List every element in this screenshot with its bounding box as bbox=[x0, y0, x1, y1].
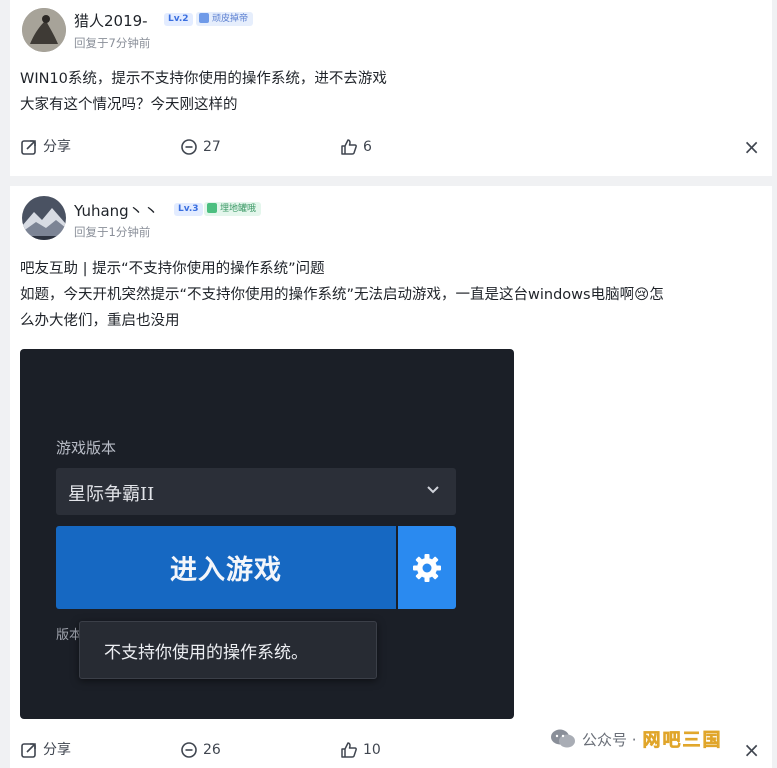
title-badge-label: 埋地罐哦 bbox=[220, 204, 257, 214]
thumbs-up-icon bbox=[341, 742, 357, 758]
gem-icon bbox=[199, 13, 209, 23]
play-button: 进入游戏 bbox=[56, 526, 396, 609]
like-count: 10 bbox=[363, 742, 381, 758]
reply-content: 吧友互助 | 提示“不支持你使用的操作系统”问题 如题，今天开机突然提示“不支持… bbox=[20, 256, 664, 334]
gem-icon bbox=[207, 203, 217, 213]
reply-card-1: 猎人2019- Lv.2 顽皮掉帝 回复于7分钟前 WIN10系统，提示不支持你… bbox=[10, 0, 772, 176]
like-button[interactable]: 10 bbox=[340, 738, 381, 762]
content-line: 大家有这个情况吗？今天刚这样的 bbox=[20, 97, 238, 113]
user-avatar[interactable] bbox=[22, 8, 66, 52]
comment-button[interactable]: 27 bbox=[180, 135, 221, 159]
comment-count: 26 bbox=[203, 742, 221, 758]
thumbs-up-icon bbox=[341, 139, 357, 155]
share-icon bbox=[21, 743, 36, 758]
like-button[interactable]: 6 bbox=[340, 135, 372, 159]
share-label: 分享 bbox=[43, 742, 71, 758]
comment-button[interactable]: 26 bbox=[180, 738, 221, 762]
reply-time: 回复于1分钟前 bbox=[74, 225, 151, 239]
error-tooltip: 不支持你使用的操作系统。 bbox=[79, 621, 377, 679]
watermark-text: 公众号 · bbox=[582, 730, 637, 749]
username[interactable]: 猎人2019- bbox=[74, 10, 148, 31]
share-button[interactable]: 分享 bbox=[20, 738, 71, 762]
tooltip-text: 不支持你使用的操作系统。 bbox=[104, 643, 308, 663]
level-badge: Lv.3 bbox=[174, 203, 203, 216]
username[interactable]: Yuhang丶丶 bbox=[74, 200, 159, 221]
comment-icon bbox=[181, 742, 197, 758]
title-badge: 埋地罐哦 bbox=[204, 202, 262, 216]
wechat-icon bbox=[551, 729, 575, 748]
attached-screenshot[interactable]: 游戏版本 星际争霸II 进入游戏 版本 不支持你使用的操作系统。 bbox=[20, 349, 514, 719]
gear-icon bbox=[413, 553, 441, 582]
level-badge: Lv.2 bbox=[164, 13, 193, 26]
share-icon bbox=[21, 140, 36, 155]
comment-count: 27 bbox=[203, 139, 221, 155]
title-badge: 顽皮掉帝 bbox=[196, 12, 254, 26]
title-badge-label: 顽皮掉帝 bbox=[212, 14, 249, 24]
share-button[interactable]: 分享 bbox=[20, 135, 71, 159]
selected-version: 星际争霸II bbox=[68, 484, 155, 505]
content-line: 吧友互助 | 提示“不支持你使用的操作系统”问题 bbox=[20, 261, 325, 277]
settings-button bbox=[398, 526, 456, 609]
reply-content: WIN10系统，提示不支持你使用的操作系统，进不去游戏 大家有这个情况吗？今天刚… bbox=[20, 66, 387, 118]
reply-time: 回复于7分钟前 bbox=[74, 36, 151, 50]
share-label: 分享 bbox=[43, 139, 71, 155]
watermark-brand: 网吧三国 bbox=[642, 730, 723, 752]
watermark: 公众号 · 网吧三国 bbox=[550, 726, 723, 752]
content-line: 如题，今天开机突然提示“不支持你使用的操作系统”无法启动游戏，一直是这台wind… bbox=[20, 287, 664, 303]
version-select: 星际争霸II bbox=[56, 468, 456, 515]
reply-card-2: Yuhang丶丶 Lv.3 埋地罐哦 回复于1分钟前 吧友互助 | 提示“不支持… bbox=[10, 186, 772, 768]
content-line: 么办大佬们，重启也没用 bbox=[20, 313, 180, 329]
content-line: WIN10系统，提示不支持你使用的操作系统，进不去游戏 bbox=[20, 71, 387, 87]
comment-icon bbox=[181, 139, 197, 155]
action-bar: 分享 27 6 × bbox=[10, 135, 772, 159]
like-count: 6 bbox=[363, 139, 372, 155]
close-icon[interactable]: × bbox=[743, 738, 760, 762]
close-icon[interactable]: × bbox=[743, 135, 760, 159]
user-avatar[interactable] bbox=[22, 196, 66, 240]
game-version-heading: 游戏版本 bbox=[56, 439, 117, 457]
chevron-down-icon bbox=[427, 486, 439, 494]
